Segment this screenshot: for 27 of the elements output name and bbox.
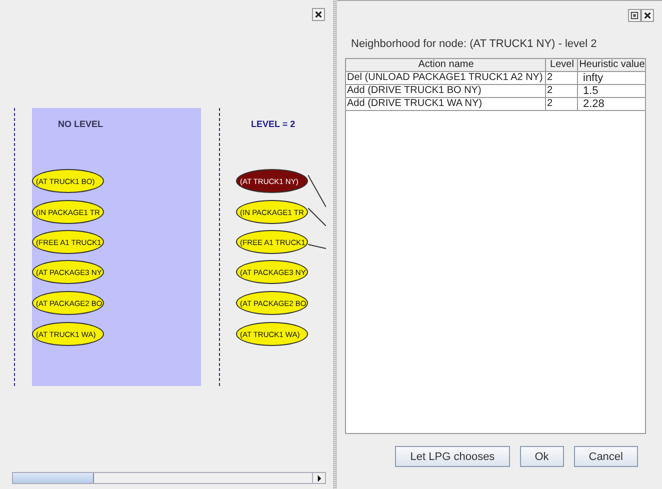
table-cell: infty — [578, 72, 645, 85]
dialog-caption: Neighborhood for node: (AT TRUCK1 NY) - level 2 — [351, 38, 598, 50]
restore-icon — [630, 11, 639, 20]
right-arrow-icon — [316, 474, 322, 482]
column-title: LEVEL = 2 — [251, 119, 296, 129]
close-icon — [643, 11, 652, 20]
close-button[interactable] — [641, 9, 654, 22]
column-header[interactable]: Heuristic value — [578, 59, 645, 72]
close-button[interactable] — [312, 8, 325, 21]
column-title: NO LEVEL — [58, 119, 104, 129]
dialog-button[interactable]: Let LPG chooses — [395, 446, 510, 467]
dialog-button[interactable]: Ok — [520, 446, 564, 467]
dialog-button[interactable]: Cancel — [574, 446, 638, 467]
horizontal-scrollbar[interactable] — [12, 472, 326, 484]
column-header[interactable]: Level — [546, 59, 578, 72]
column-header[interactable]: Action name — [346, 59, 546, 72]
table-cell: 1.5 — [578, 85, 645, 98]
close-icon — [314, 10, 323, 19]
table-cell: 2 — [546, 72, 578, 85]
table-cell: Del (UNLOAD PACKAGE1 TRUCK1 A2 NY) — [346, 72, 546, 85]
table-cell: Add (DRIVE TRUCK1 WA NY) — [346, 98, 546, 111]
table-cell: Add (DRIVE TRUCK1 BO NY) — [346, 85, 546, 98]
restore-button[interactable] — [628, 9, 641, 22]
table-cell: 2 — [546, 98, 578, 111]
scroll-thumb[interactable] — [13, 473, 94, 483]
table-cell: 2.28 — [578, 98, 645, 111]
table-cell: 2 — [546, 85, 578, 98]
